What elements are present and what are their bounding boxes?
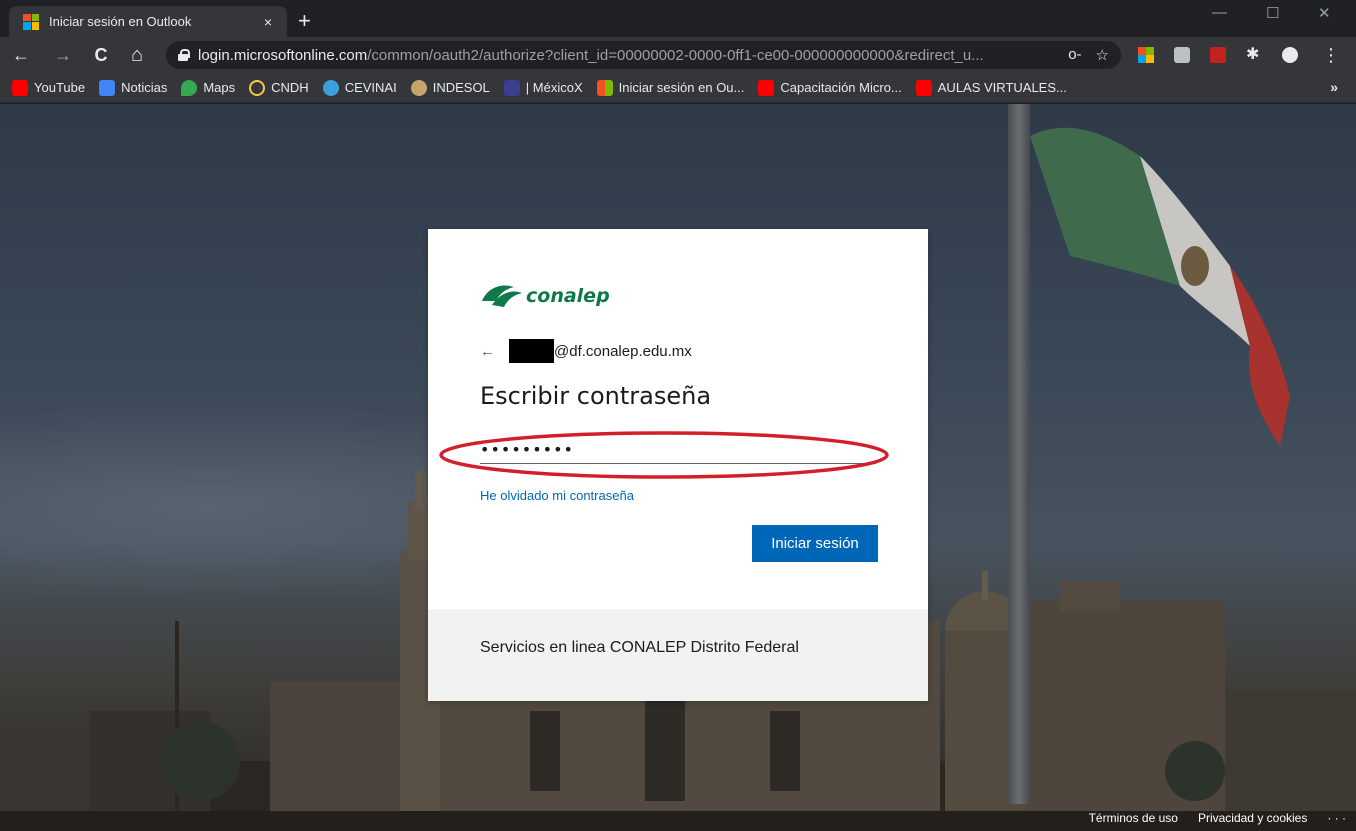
login-card: conalep ← @df.conalep.edu.mx Escribir co… [428,229,928,701]
address-bar[interactable]: login.microsoftonline.com/common/oauth2/… [166,41,1121,69]
forgot-password-link[interactable]: He olvidado mi contraseña [480,488,634,503]
privacy-link[interactable]: Privacidad y cookies [1198,811,1307,825]
browser-toolbar: ← → C ⌂ login.microsoftonline.com/common… [0,37,1356,73]
bookmarks-overflow-button[interactable]: » [1330,79,1338,95]
flag-pole [1008,104,1030,804]
account-identity: ← @df.conalep.edu.mx [480,339,692,363]
back-arrow-icon[interactable]: ← [480,343,495,360]
bookmark-indesol[interactable]: INDESOL [410,79,490,96]
close-window-button[interactable]: ✕ [1318,4,1331,22]
minimize-button[interactable]: — [1212,4,1227,21]
microsoft-icon [596,79,613,96]
forward-button[interactable]: → [50,37,76,73]
conalep-logo: conalep [480,279,610,309]
lock-icon[interactable] [178,49,190,61]
maximize-button[interactable]: ☐ [1266,4,1279,22]
microsoft-favicon-icon [23,13,39,30]
new-tab-button[interactable]: + [298,10,311,32]
conalep-logo-icon [482,285,522,307]
more-options-link[interactable]: · · · [1327,811,1346,825]
footer-text: Servicios en linea CONALEP Distrito Fede… [480,639,799,656]
password-key-icon[interactable]: o- [1068,46,1081,64]
page-title: Escribir contraseña [480,382,712,410]
edge-icon [322,79,339,96]
conalep-logo-text: conalep [526,285,610,307]
bookmark-capacitacion[interactable]: Capacitación Micro... [758,79,902,96]
bookmark-aulas[interactable]: AULAS VIRTUALES... [915,79,1067,96]
mexican-flag [1030,127,1290,446]
password-input[interactable] [480,436,876,464]
bookmark-maps[interactable]: Maps [181,79,235,96]
tab-close-icon[interactable]: × [259,14,277,30]
camera-ext-icon[interactable] [1174,47,1190,63]
youtube-icon [915,79,932,96]
bookmark-youtube[interactable]: YouTube [12,79,85,96]
youtube-icon [12,79,28,96]
tab-title: Iniciar sesión en Outlook [49,14,192,29]
redacted-username [509,339,554,363]
page-footer: Términos de uso Privacidad y cookies · ·… [1089,805,1356,831]
bookmark-mexicox[interactable]: | MéxicoX [503,79,583,96]
card-footer: Servicios en linea CONALEP Distrito Fede… [428,609,928,701]
maps-icon [181,79,198,96]
colors-ext-icon[interactable] [1138,47,1154,63]
mexicox-icon [503,79,520,96]
cndh-icon [249,79,266,96]
youtube-icon [758,79,775,96]
bookmark-noticias[interactable]: Noticias [99,79,167,96]
pdf-ext-icon[interactable] [1210,47,1226,63]
puzzle-icon[interactable]: ✱ [1246,47,1262,63]
home-button[interactable]: ⌂ [124,37,150,73]
terms-link[interactable]: Términos de uso [1089,811,1178,825]
bookmark-star-icon[interactable]: ☆ [1096,46,1109,64]
reload-button[interactable]: C [88,37,114,73]
tab-strip: Iniciar sesión en Outlook × + — ☐ ✕ [0,0,1356,37]
back-button[interactable]: ← [8,37,34,73]
bookmark-outlook[interactable]: Iniciar sesión en Ou... [596,79,744,96]
profile-icon[interactable] [1282,47,1298,63]
email-domain: @df.conalep.edu.mx [554,342,692,360]
login-form: conalep ← @df.conalep.edu.mx Escribir co… [428,229,928,609]
news-icon [99,79,116,96]
bookmark-cndh[interactable]: CNDH [249,79,309,96]
signin-button[interactable]: Iniciar sesión [752,525,878,562]
menu-icon[interactable]: ⋮ [1322,46,1340,64]
tab-active[interactable]: Iniciar sesión en Outlook × [9,6,287,37]
circle-icon [410,79,427,96]
bookmark-cevinai[interactable]: CEVINAI [322,79,397,96]
bookmarks-bar: YouTube Noticias Maps CNDH CEVINAI INDES… [0,73,1356,103]
address-url[interactable]: login.microsoftonline.com/common/oauth2/… [198,47,1068,64]
